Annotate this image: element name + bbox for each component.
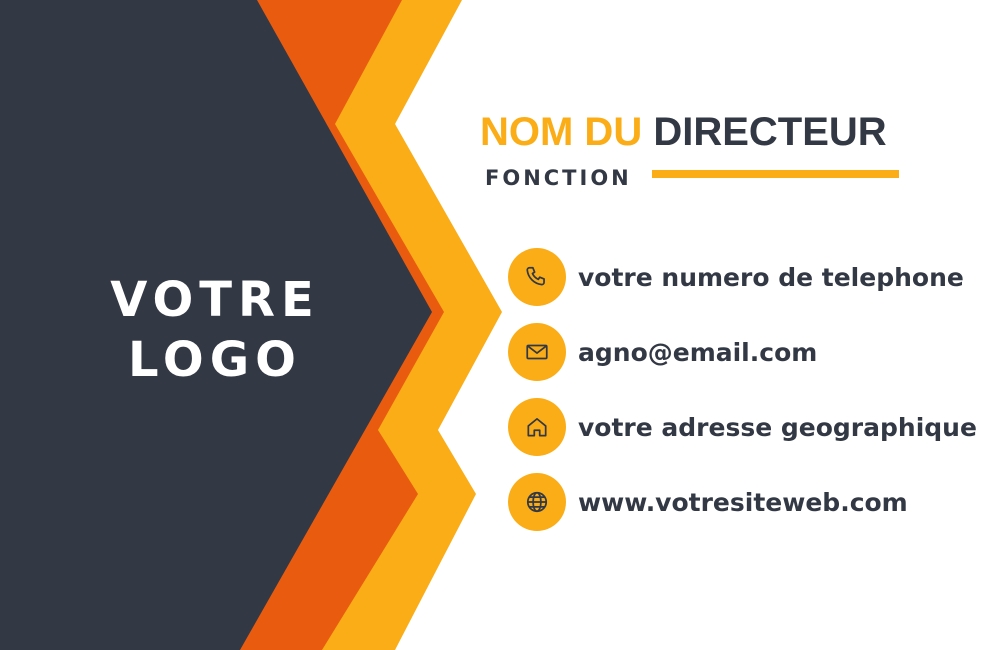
director-name-last: DIRECTEUR: [653, 110, 887, 154]
title-underline: [652, 170, 899, 178]
website-text: www.votresiteweb.com: [578, 487, 908, 517]
contact-website: www.votresiteweb.com: [508, 473, 908, 531]
director-name-first: NOM DU: [480, 110, 643, 154]
contact-email: agno@email.com: [508, 323, 817, 381]
business-card: VOTRE LOGO NOM DU DIRECTEUR FONCTION vot…: [0, 0, 1004, 650]
phone-text: votre numero de telephone: [578, 262, 964, 292]
address-text: votre adresse geographique: [578, 412, 977, 442]
logo-line-1: VOTRE: [110, 272, 320, 328]
phone-icon: [508, 248, 566, 306]
email-text: agno@email.com: [578, 337, 818, 367]
globe-icon: [508, 473, 566, 531]
home-icon: [508, 398, 566, 456]
logo-placeholder: VOTRE LOGO: [60, 270, 370, 390]
contact-phone: votre numero de telephone: [508, 248, 964, 306]
job-title: FONCTION: [485, 166, 632, 190]
director-name: NOM DU DIRECTEUR: [480, 110, 887, 155]
contact-address: votre adresse geographique: [508, 398, 977, 456]
logo-line-2: LOGO: [128, 332, 302, 388]
email-icon: [508, 323, 566, 381]
